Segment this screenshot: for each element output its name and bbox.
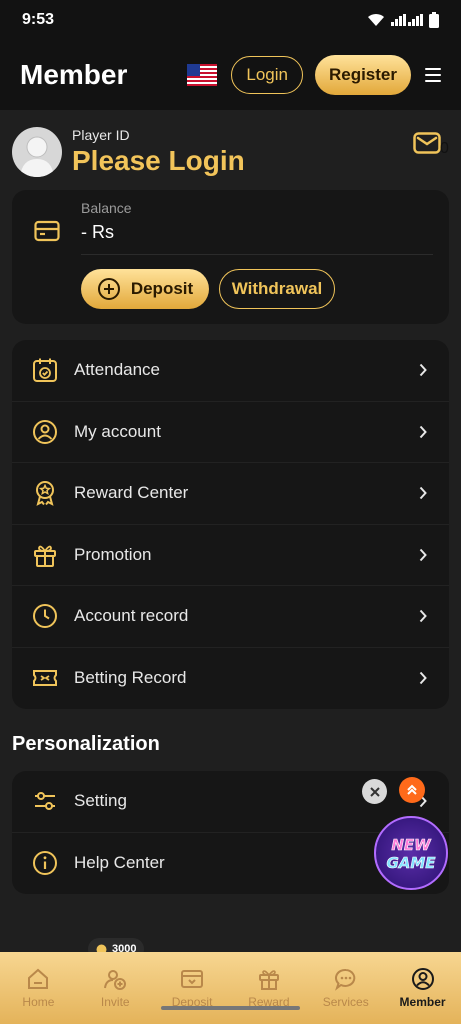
section-title-personalization: Personalization [12,733,160,755]
deposit-label: Deposit [130,279,194,298]
add-user-icon [104,970,127,990]
double-chevron-up-icon [407,784,417,795]
register-button[interactable]: Register [314,55,411,95]
menu-item-setting[interactable]: Setting [12,771,449,833]
nav-member[interactable]: Member [384,952,461,1024]
nav-label: Services [322,995,369,1009]
chevron-right-icon [419,548,427,561]
chevron-right-icon [419,425,427,438]
calendar-check-icon [32,357,58,383]
svg-text:NEW: NEW [391,836,432,854]
close-icon [369,786,380,797]
battery-icon [429,12,439,28]
nav-label: Invite [100,995,130,1009]
nav-services[interactable]: Services [307,952,384,1024]
bottom-nav: Home Invite Deposit Reward Services Memb… [0,952,461,1024]
menu-item-label: Reward Center [74,483,189,503]
medal-icon [32,480,58,507]
page-title: Member [20,59,128,90]
profile-text: Player ID Please Login [72,127,245,177]
withdrawal-button[interactable]: Withdrawal [219,269,335,309]
deposit-button[interactable]: Deposit [81,269,209,309]
chevron-right-icon [419,364,427,377]
chevron-right-icon [419,672,427,685]
plus-circle-icon [97,278,120,300]
scroll-up-button[interactable] [399,777,425,803]
mail-icon [413,132,441,154]
nav-label: Home [22,995,55,1009]
nav-deposit[interactable]: Deposit [154,952,231,1024]
user-circle-icon [32,419,58,445]
menu-item-account-record[interactable]: Account record [12,586,449,648]
nav-reward[interactable]: Reward [230,952,307,1024]
member-menu: Attendance My account Reward Center Prom… [12,340,449,709]
balance-value: - Rs [81,222,114,242]
wallet-card-icon [34,220,60,242]
menu-item-label: Promotion [74,544,152,564]
status-icons [367,12,439,28]
wifi-icon [368,13,384,26]
header: Member Login Register [0,40,461,110]
login-button[interactable]: Login [231,56,303,94]
signal-icon [391,14,423,26]
deposit-icon [181,970,204,988]
chevron-right-icon [419,610,427,623]
divider [81,254,433,255]
avatar[interactable] [12,127,62,177]
status-bar: 9:53 [0,0,461,40]
sliders-icon [32,788,58,814]
avatar-icon [20,136,54,177]
svg-text:GAME: GAME [386,854,436,872]
profile-section: Player ID Please Login 0 [12,124,449,180]
chat-icon [334,968,355,991]
nav-home[interactable]: Home [0,952,77,1024]
new-game-promo[interactable]: NEW GAME [374,816,448,890]
menu-item-betting-record[interactable]: Betting Record [12,648,449,710]
menu-item-reward-center[interactable]: Reward Center [12,463,449,525]
nav-label: Member [399,995,446,1009]
balance-label: Balance [81,200,132,216]
menu-item-label: Betting Record [74,668,187,688]
menu-item-attendance[interactable]: Attendance [12,340,449,402]
menu-item-my-account[interactable]: My account [12,402,449,463]
us-flag-icon[interactable] [187,64,218,86]
home-icon [28,968,49,989]
chevron-right-icon [419,487,427,500]
menu-item-label: Attendance [74,360,161,380]
balance-card: Balance - Rs Deposit Withdrawal [12,190,449,324]
new-game-logo: NEW GAME [386,836,436,873]
menu-item-label: Account record [74,606,189,626]
nav-invite[interactable]: Invite [77,952,154,1024]
player-id-label: Player ID [72,127,130,143]
clock-icon [32,603,58,629]
gift-icon [258,970,279,990]
close-promo-button[interactable] [362,779,387,804]
ticket-icon [32,665,58,691]
menu-item-promotion[interactable]: Promotion [12,525,449,586]
please-login-text[interactable]: Please Login [72,145,245,177]
user-circle-icon [411,968,434,990]
menu-icon[interactable] [425,68,441,82]
status-time: 9:53 [22,11,55,28]
gift-icon [32,542,58,568]
menu-item-label: My account [74,421,161,441]
mail-button[interactable]: 0 [413,132,449,159]
gesture-bar [161,1006,300,1010]
info-icon [32,850,58,876]
mail-count: 0 [440,140,449,157]
